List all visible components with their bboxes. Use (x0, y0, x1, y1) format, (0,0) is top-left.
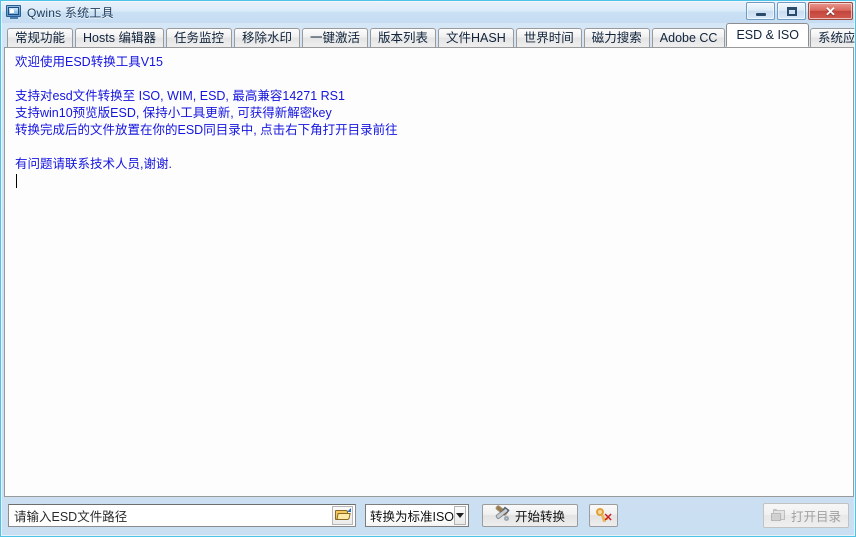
clear-key-button[interactable]: ✕ (589, 503, 618, 527)
browse-file-button[interactable] (332, 505, 353, 525)
start-convert-button[interactable]: 开始转换 (482, 503, 578, 527)
log-line: 支持win10预览版ESD, 保持小工具更新, 可获得新解密key (15, 106, 332, 120)
client-area: 常规功能 Hosts 编辑器 任务监控 移除水印 一键激活 版本列表 文件HAS… (4, 23, 855, 534)
tab-version-list[interactable]: 版本列表 (370, 28, 437, 47)
tab-remove-watermark[interactable]: 移除水印 (233, 28, 300, 47)
open-folder-gray-icon (770, 508, 786, 522)
window-controls: ✕ (746, 2, 853, 20)
bottom-toolbar: 请输入ESD文件路径 转换为标准ISO 开始转换 ✕ 打开目录 (4, 497, 854, 533)
esd-path-input[interactable]: 请输入ESD文件路径 (8, 503, 356, 527)
tab-bar: 常规功能 Hosts 编辑器 任务监控 移除水印 一键激活 版本列表 文件HAS… (4, 23, 855, 47)
key-remove-icon: ✕ (595, 508, 613, 524)
log-line: 有问题请联系技术人员,谢谢. (15, 157, 172, 171)
tab-esd-and-iso[interactable]: ESD & ISO (726, 23, 809, 47)
esd-path-input-text: 请输入ESD文件路径 (14, 509, 128, 524)
convert-mode-select-value: 转换为标准ISO (370, 509, 455, 524)
tools-icon (495, 505, 510, 522)
open-directory-button[interactable]: 打开目录 (763, 502, 849, 528)
minimize-button[interactable] (746, 2, 775, 20)
monitor-icon (6, 4, 22, 20)
tab-magnet-search[interactable]: 磁力搜索 (583, 28, 650, 47)
tab-file-hash[interactable]: 文件HASH (438, 28, 514, 47)
close-icon: ✕ (825, 3, 836, 19)
minimize-icon (755, 12, 766, 16)
close-button[interactable]: ✕ (808, 2, 853, 20)
window-title: Qwins 系统工具 (27, 5, 114, 20)
log-line: 转换完成后的文件放置在你的ESD同目录中, 点击右下角打开目录前往 (15, 123, 398, 137)
tab-one-key-activate[interactable]: 一键激活 (301, 28, 368, 47)
tab-world-time[interactable]: 世界时间 (515, 28, 582, 47)
text-caret (16, 174, 17, 188)
tab-task-monitor[interactable]: 任务监控 (165, 28, 232, 47)
open-folder-icon (335, 508, 351, 521)
tab-hosts-editor[interactable]: Hosts 编辑器 (75, 28, 164, 47)
log-line: 欢迎使用ESD转换工具V15 (15, 55, 163, 69)
maximize-button[interactable] (777, 2, 806, 20)
log-text-area[interactable]: 欢迎使用ESD转换工具V15 支持对esd文件转换至 ISO, WIM, ESD… (4, 47, 854, 497)
maximize-icon (786, 6, 797, 16)
start-convert-button-label: 开始转换 (514, 509, 565, 524)
tab-general-functions[interactable]: 常规功能 (7, 28, 74, 47)
title-bar[interactable]: Qwins 系统工具 ✕ (1, 1, 855, 23)
log-line: 支持对esd文件转换至 ISO, WIM, ESD, 最高兼容14271 RS1 (15, 89, 345, 103)
convert-mode-select[interactable]: 转换为标准ISO (365, 503, 469, 527)
open-directory-button-label: 打开目录 (790, 509, 841, 524)
tab-adobe-cc[interactable]: Adobe CC (651, 28, 726, 47)
application-window: Qwins 系统工具 ✕ 常规功能 Hosts 编辑器 任务监控 移除水印 一键… (0, 0, 856, 537)
chevron-down-icon[interactable] (454, 505, 466, 525)
tab-system-apps[interactable]: 系统应用 (810, 28, 855, 47)
